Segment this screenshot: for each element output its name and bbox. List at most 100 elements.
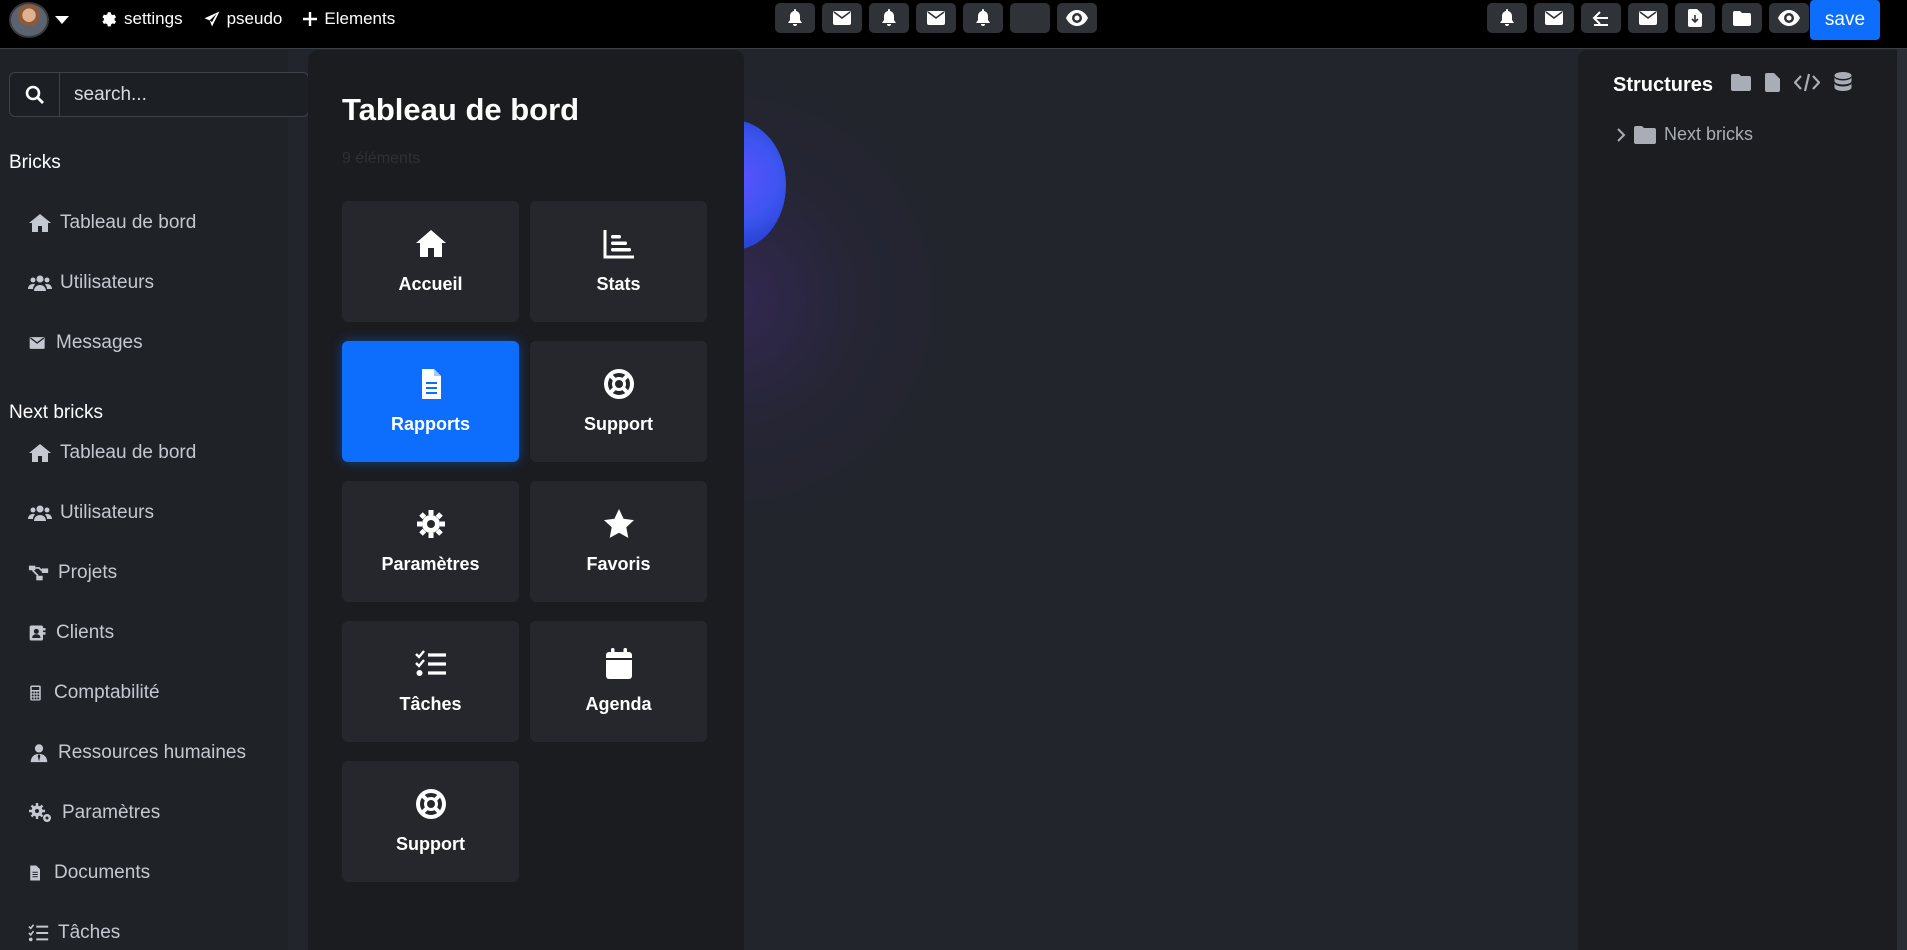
- user-menu[interactable]: [9, 2, 70, 38]
- pseudo-link[interactable]: pseudo: [203, 9, 283, 29]
- sidebar-item-taches[interactable]: Tâches: [28, 922, 120, 944]
- sidebar-item-projets[interactable]: Projets: [28, 562, 117, 584]
- tree-item-next-bricks[interactable]: Next bricks: [1616, 124, 1753, 145]
- center-toolbar: [775, 3, 1097, 33]
- file-icon: [414, 368, 448, 400]
- tile-stats[interactable]: Stats: [530, 201, 707, 322]
- caret-down-icon[interactable]: [54, 15, 70, 25]
- page-scrollbar[interactable]: [1897, 49, 1907, 950]
- sidebar-item-label: Comptabilité: [54, 682, 160, 703]
- open-folder-button[interactable]: [1722, 3, 1762, 33]
- dashboard-panel: Tableau de bord 9 éléments Accueil Stats…: [308, 50, 744, 950]
- sitemap-icon: [28, 563, 50, 583]
- sidebar-item-ressources-humaines[interactable]: Ressources humaines: [28, 742, 246, 764]
- tile-label: Agenda: [585, 694, 652, 714]
- search-button[interactable]: [10, 73, 60, 116]
- notifications-button-3[interactable]: [963, 3, 1003, 33]
- arrow-left-icon: [1592, 10, 1610, 26]
- download-button[interactable]: [1675, 3, 1715, 33]
- messages-button[interactable]: [822, 3, 862, 33]
- home-icon: [28, 443, 52, 463]
- preview-button-2[interactable]: [1769, 3, 1809, 33]
- folder-icon: [1634, 125, 1656, 144]
- list-check-icon: [28, 923, 50, 943]
- notifications-button[interactable]: [775, 3, 815, 33]
- sidebar-item-tableau-de-bord-2[interactable]: Tableau de bord: [28, 442, 196, 464]
- home-icon: [414, 228, 448, 260]
- tile-label: Tâches: [399, 694, 462, 714]
- search-icon: [25, 85, 45, 105]
- panel-subtitle: 9 éléments: [342, 150, 421, 167]
- tile-agenda[interactable]: Agenda: [530, 621, 707, 742]
- bell-icon: [1499, 9, 1515, 27]
- bell-icon: [881, 9, 897, 27]
- file-download-icon: [1688, 9, 1702, 27]
- tile-label: Stats: [596, 274, 641, 294]
- code-icon[interactable]: [1794, 73, 1820, 92]
- preview-button[interactable]: [1057, 3, 1097, 33]
- section-title-bricks: Bricks: [9, 152, 61, 173]
- tile-label: Rapports: [390, 414, 470, 434]
- chevron-right-icon[interactable]: [1616, 127, 1626, 142]
- notifications-button-4[interactable]: [1487, 3, 1527, 33]
- settings-link[interactable]: settings: [100, 9, 183, 29]
- tile-support[interactable]: Support: [530, 341, 707, 462]
- left-sidebar: Bricks Tableau de bord Utilisateurs Mess…: [0, 50, 309, 950]
- settings-label: settings: [124, 9, 183, 28]
- sidebar-item-utilisateurs[interactable]: Utilisateurs: [28, 272, 154, 294]
- user-tie-icon: [28, 743, 50, 763]
- elements-link[interactable]: Elements: [302, 9, 395, 29]
- sidebar-item-documents[interactable]: Documents: [28, 862, 150, 884]
- bell-icon: [787, 9, 803, 27]
- sidebar-item-clients[interactable]: Clients: [28, 622, 114, 644]
- sidebar-item-utilisateurs-2[interactable]: Utilisateurs: [28, 502, 154, 524]
- sidebar-item-parametres[interactable]: Paramètres: [28, 802, 160, 824]
- envelope-icon: [927, 11, 945, 25]
- tile-taches[interactable]: Tâches: [342, 621, 519, 742]
- structures-title: Structures: [1613, 74, 1714, 96]
- blank-button[interactable]: [1010, 3, 1050, 33]
- tile-label: Favoris: [586, 554, 651, 574]
- notifications-button-2[interactable]: [869, 3, 909, 33]
- document-icon: [28, 863, 46, 883]
- envelope-icon: [28, 333, 48, 353]
- tile-rapports[interactable]: Rapports: [342, 341, 519, 462]
- home-icon: [28, 213, 52, 233]
- tile-parametres[interactable]: Paramètres: [342, 481, 519, 602]
- sidebar-item-messages[interactable]: Messages: [28, 332, 143, 354]
- tile-label: Support: [396, 834, 465, 854]
- search-box: [9, 72, 309, 117]
- messages-button-4[interactable]: [1628, 3, 1668, 33]
- sidebar-item-comptabilite[interactable]: Comptabilité: [28, 682, 160, 704]
- messages-button-2[interactable]: [916, 3, 956, 33]
- messages-button-3[interactable]: [1534, 3, 1574, 33]
- calendar-icon: [602, 648, 636, 680]
- file-icon[interactable]: [1765, 72, 1780, 92]
- sidebar-item-label: Utilisateurs: [60, 502, 154, 523]
- tile-accueil[interactable]: Accueil: [342, 201, 519, 322]
- tile-support-2[interactable]: Support: [342, 761, 519, 882]
- structures-toolbar: [1731, 72, 1852, 92]
- folder-icon[interactable]: [1731, 73, 1751, 91]
- list-check-icon: [414, 648, 448, 680]
- tile-favoris[interactable]: Favoris: [530, 481, 707, 602]
- eye-icon: [1066, 10, 1088, 26]
- panel-title: Tableau de bord: [342, 92, 580, 127]
- tile-label: Support: [584, 414, 653, 434]
- sidebar-item-label: Projets: [58, 562, 118, 583]
- sidebar-item-label: Documents: [54, 862, 151, 883]
- gear-icon: [100, 10, 118, 28]
- chart-icon: [602, 228, 636, 260]
- sidebar-item-tableau-de-bord[interactable]: Tableau de bord: [28, 212, 196, 234]
- avatar[interactable]: [9, 2, 49, 38]
- database-icon[interactable]: [1834, 72, 1852, 92]
- envelope-icon: [1545, 11, 1563, 25]
- sidebar-item-label: Tableau de bord: [60, 212, 197, 233]
- top-bar: settings pseudo Elements save: [0, 0, 1907, 49]
- envelope-icon: [1639, 11, 1657, 25]
- back-button[interactable]: [1581, 3, 1621, 33]
- search-input[interactable]: [60, 83, 300, 106]
- tree-item-label: Next bricks: [1664, 124, 1754, 144]
- pseudo-label: pseudo: [226, 9, 283, 28]
- save-button[interactable]: save: [1810, 0, 1880, 40]
